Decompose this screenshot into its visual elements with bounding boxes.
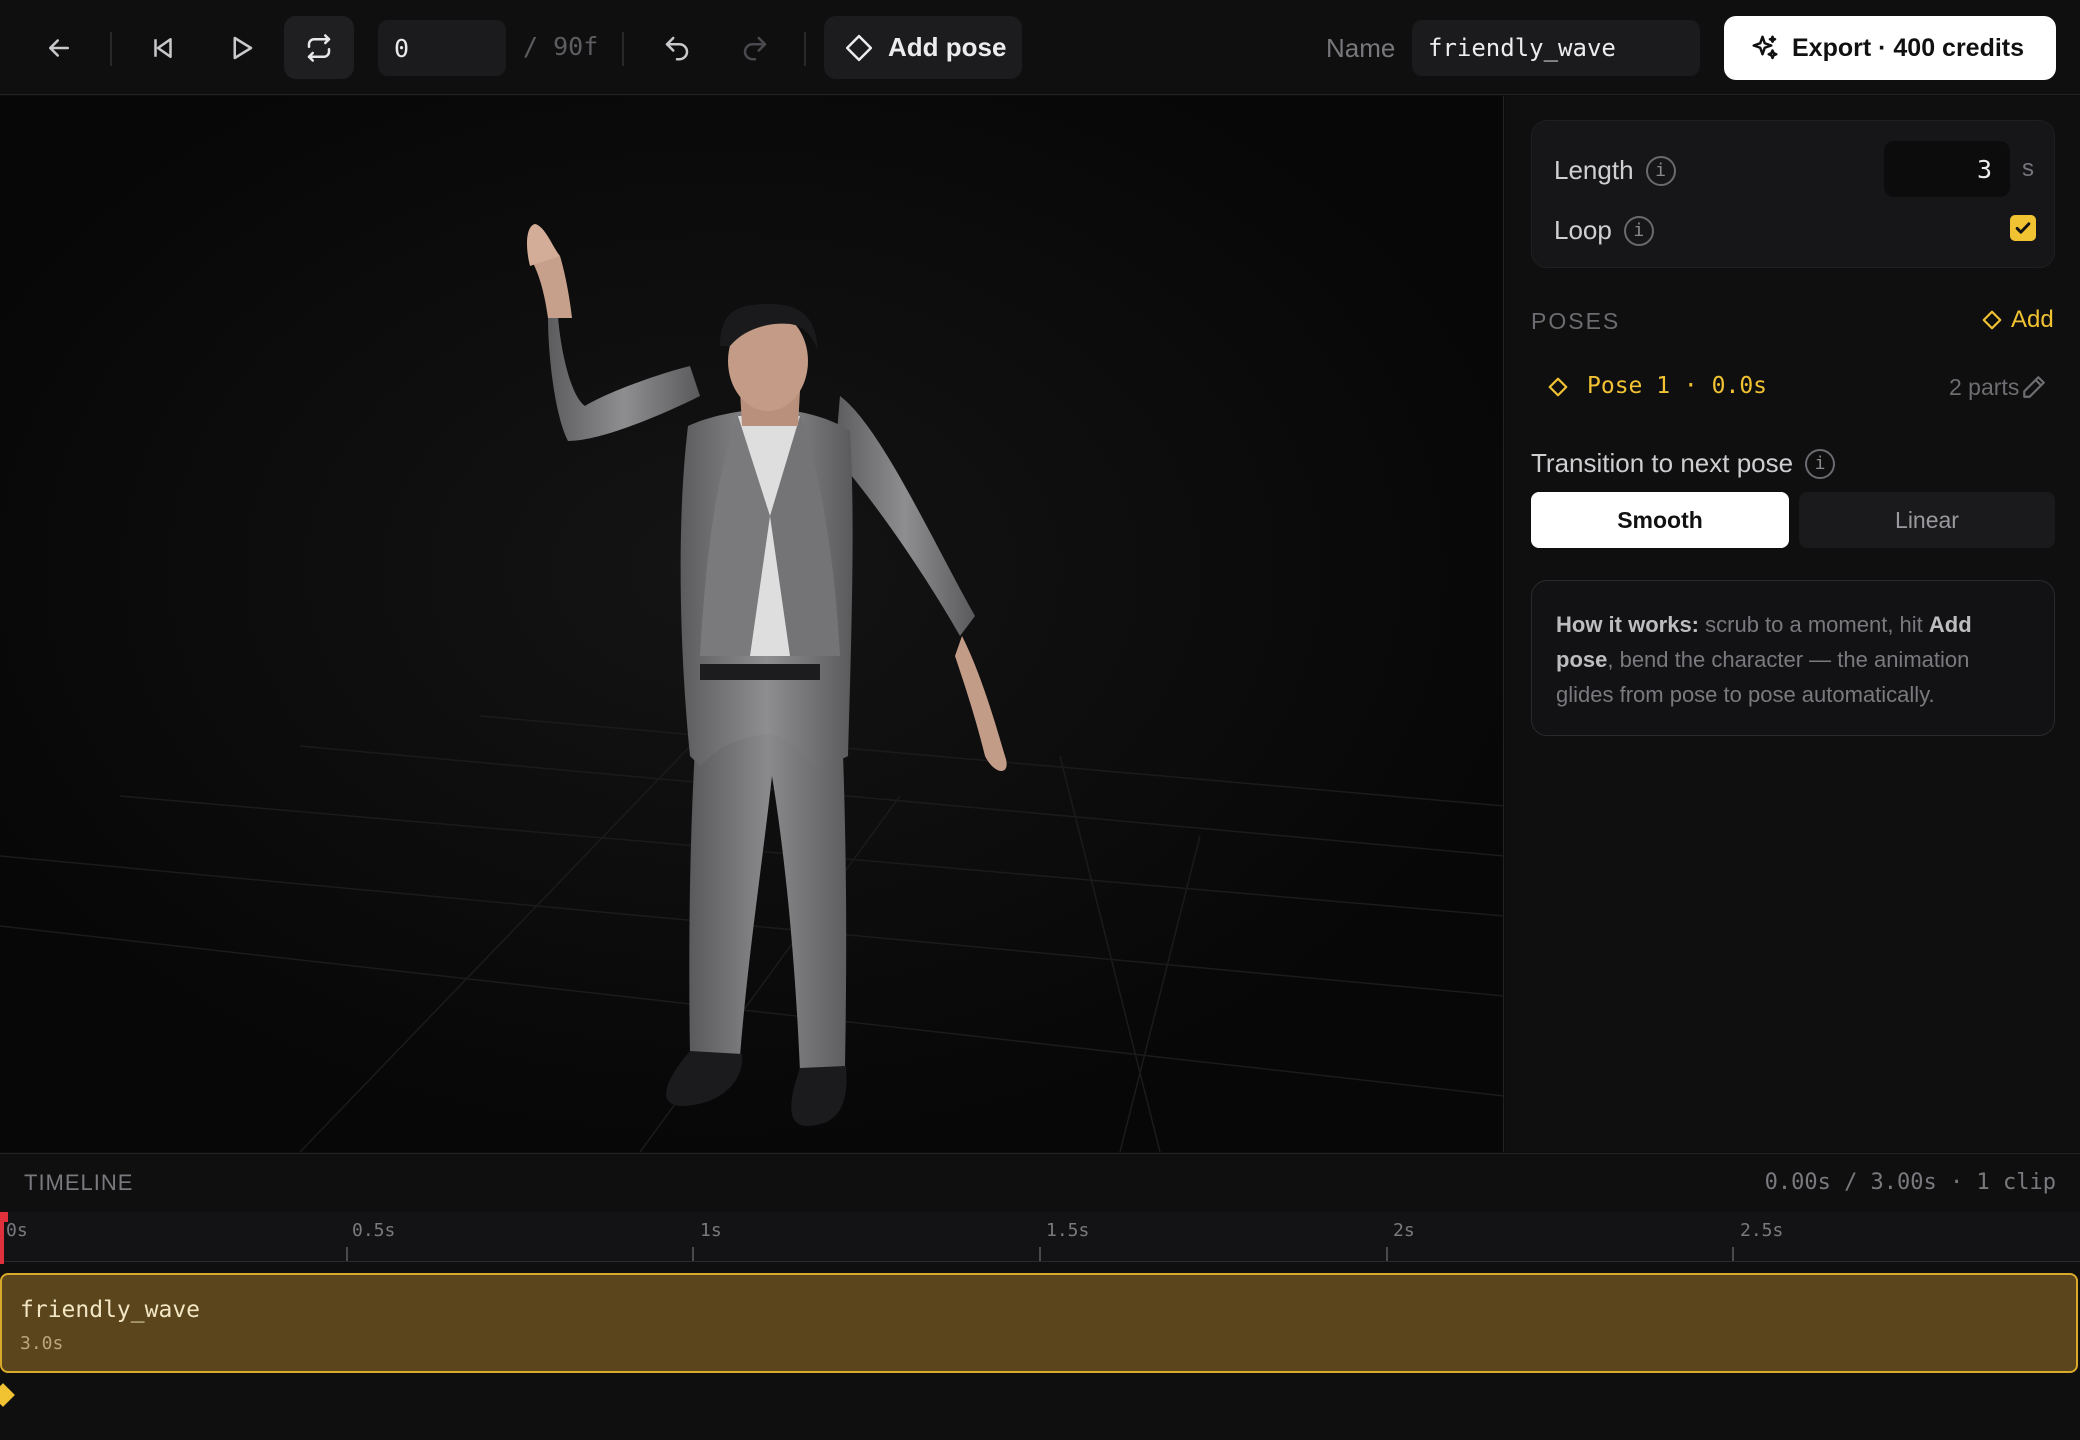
tick-label: 1s <box>700 1220 722 1241</box>
undo-icon <box>665 36 689 60</box>
tick-label: 2.5s <box>1740 1220 1784 1241</box>
how-it-works-text-end: , bend the character — the animation gli… <box>1556 647 1970 707</box>
pose-list-item[interactable]: Pose 1 · 0.0s 2 parts <box>1531 360 2055 414</box>
tick-label: 0s <box>6 1220 28 1241</box>
add-pose-link-label: Add <box>2011 306 2054 333</box>
transition-linear-button[interactable]: Linear <box>1799 492 2055 548</box>
time-ruler[interactable]: 0s 0.5s 1s 1.5s 2s 2.5s <box>0 1212 2080 1262</box>
playhead-handle[interactable] <box>0 1212 8 1222</box>
info-icon[interactable]: i <box>1623 215 1654 246</box>
arrow-left-icon <box>49 38 69 57</box>
play-icon <box>233 36 253 59</box>
timeline-title: TIMELINE <box>24 1170 134 1195</box>
tick-label: 1.5s <box>1046 1220 1090 1241</box>
toolbar: 0 / 90f Add pose Name friendly_wave Expo… <box>0 0 2080 95</box>
poses-heading: POSES <box>1531 308 1621 334</box>
toolbar-divider <box>110 32 112 66</box>
pencil-icon[interactable] <box>2021 374 2047 400</box>
keyframe-marker-icon[interactable] <box>0 1382 16 1408</box>
export-button[interactable]: Export · 400 credits <box>1724 16 2056 80</box>
tick-label: 0.5s <box>352 1220 396 1241</box>
sparkles-icon <box>1752 35 1778 60</box>
frame-input[interactable]: 0 <box>378 20 506 76</box>
tick-mark <box>1386 1247 1388 1261</box>
animation-clip[interactable]: friendly_wave 3.0s <box>0 1273 2078 1373</box>
add-pose-link[interactable]: Add <box>1981 306 2054 334</box>
diamond-icon <box>845 34 873 61</box>
redo-button[interactable] <box>720 16 790 79</box>
pose-parts-count: 2 parts <box>1949 374 2020 400</box>
animation-settings-card: Length i 3 s Loop i <box>1531 120 2055 268</box>
how-it-works-text: scrub to a moment, hit <box>1699 612 1929 637</box>
frame-total: / 90f <box>523 32 599 61</box>
info-icon[interactable]: i <box>1645 155 1676 186</box>
skip-to-start-button[interactable] <box>128 16 198 79</box>
play-button[interactable] <box>206 16 276 79</box>
toolbar-divider <box>622 32 624 66</box>
name-input[interactable]: friendly_wave <box>1412 20 1700 76</box>
name-label: Name <box>1326 33 1396 63</box>
properties-panel: Length i 3 s Loop i POSES Add Pose 1 · 0… <box>1505 96 2080 1152</box>
tick-label: 2s <box>1393 1220 1415 1241</box>
3d-viewport[interactable] <box>0 96 1504 1152</box>
loop-icon <box>307 33 331 62</box>
toolbar-divider <box>804 32 806 66</box>
undo-button[interactable] <box>642 16 712 79</box>
loop-checkbox[interactable] <box>2010 215 2036 241</box>
timeline-info: 0.00s / 3.00s · 1 clip <box>1764 1170 2056 1195</box>
redo-icon <box>743 36 767 60</box>
info-icon[interactable]: i <box>1805 448 1836 479</box>
loop-row: Loop i <box>1554 215 1654 246</box>
add-pose-button[interactable]: Add pose <box>824 16 1022 79</box>
export-label: Export · 400 credits <box>1792 33 2025 62</box>
loop-toggle-button[interactable] <box>284 16 354 79</box>
transition-label: Transition to next pose <box>1531 448 1794 478</box>
check-icon <box>2015 222 2031 234</box>
how-it-works-note: How it works: scrub to a moment, hit Add… <box>1531 580 2055 736</box>
length-input[interactable]: 3 <box>1884 141 2010 197</box>
character-scene[interactable] <box>0 96 1504 1152</box>
keyframe-diamond-icon <box>1548 377 1568 397</box>
tick-mark <box>1732 1247 1734 1261</box>
loop-label: Loop <box>1554 215 1612 245</box>
diamond-icon <box>1982 310 2002 330</box>
pose-label: Pose 1 · 0.0s <box>1587 373 1768 399</box>
tick-mark <box>346 1247 348 1261</box>
add-pose-label: Add pose <box>888 32 1007 62</box>
length-unit: s <box>2022 155 2034 182</box>
transition-smooth-button[interactable]: Smooth <box>1531 492 1789 548</box>
skip-back-icon <box>154 37 172 58</box>
how-it-works-title: How it works: <box>1556 612 1700 637</box>
tick-mark <box>1039 1247 1041 1261</box>
transition-row: Transition to next pose i <box>1531 448 1836 479</box>
clip-name: friendly_wave <box>20 1297 201 1323</box>
clip-length: 3.0s <box>20 1333 64 1354</box>
back-button[interactable] <box>24 16 94 79</box>
length-row: Length i <box>1554 155 1676 186</box>
timeline-panel: TIMELINE 0.00s / 3.00s · 1 clip 0s 0.5s … <box>0 1153 2080 1440</box>
tick-mark <box>692 1247 694 1261</box>
length-label: Length <box>1554 155 1634 185</box>
